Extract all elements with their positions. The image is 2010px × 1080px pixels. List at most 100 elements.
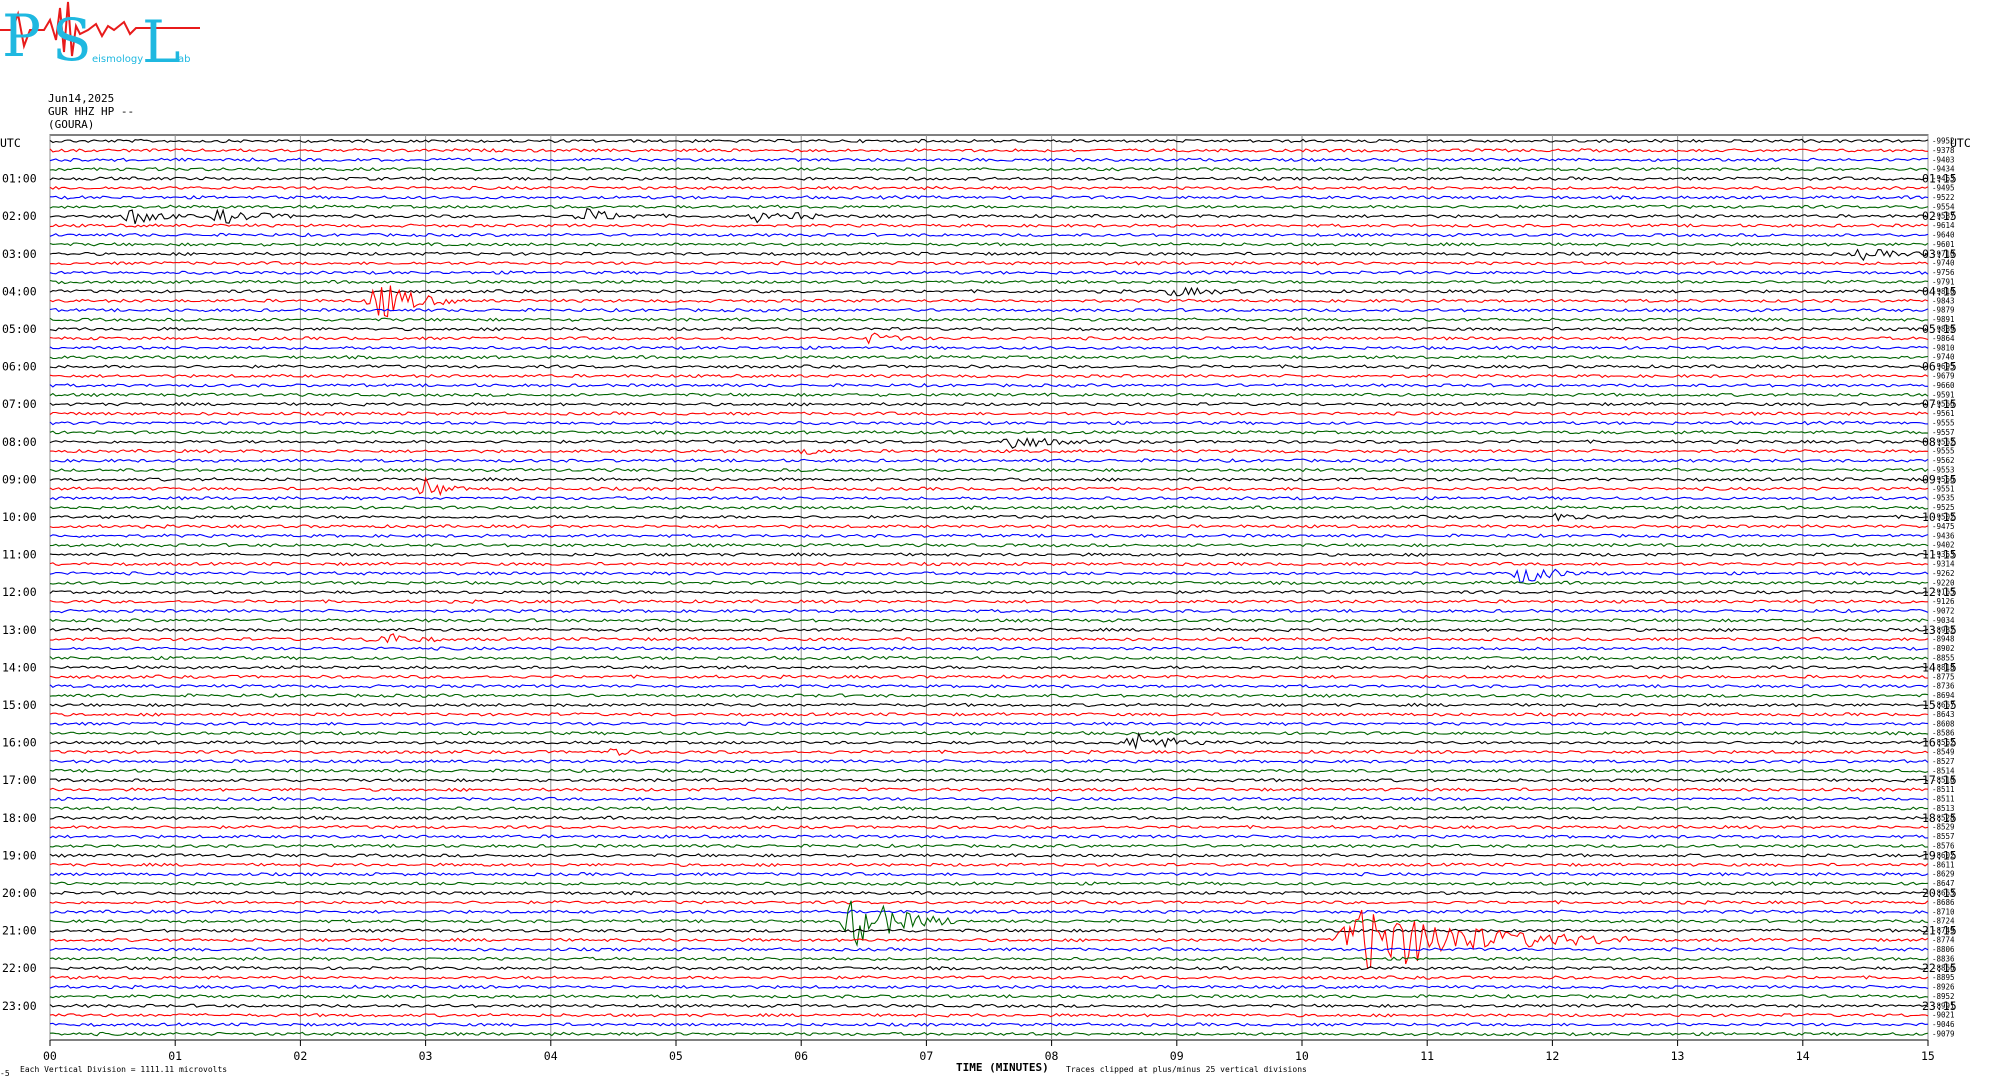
seismic-trace-line <box>49 984 1929 990</box>
trace-offset-label: -9495 <box>1932 184 1955 193</box>
trace-offset-label: -9535 <box>1932 494 1955 503</box>
hour-label-left: 08:00 <box>2 435 37 449</box>
seismic-trace-line <box>49 730 1929 736</box>
trace-offset-label: -8511 <box>1932 785 1955 794</box>
hour-label-left: 07:00 <box>2 397 37 411</box>
trace-offset-label: -8529 <box>1932 823 1955 832</box>
plot-frame <box>49 134 1929 1041</box>
seismic-trace-line <box>49 512 1928 522</box>
hour-label-left: 18:00 <box>2 811 37 825</box>
seismic-trace-line <box>49 543 1929 548</box>
seismic-trace-line <box>49 157 1929 163</box>
axis-labels: UTC UTC TIME (MINUTES) Each Vertical Div… <box>0 136 1971 1078</box>
seismic-trace-line <box>49 392 1929 398</box>
seismic-trace-line <box>49 721 1929 727</box>
seismic-trace-line <box>49 476 1929 497</box>
corner-mark: -5 <box>0 1069 10 1078</box>
trace-offset-label: -9879 <box>1932 306 1955 315</box>
seismic-trace-line <box>49 994 1929 999</box>
trace-offset-label: -9614 <box>1932 221 1955 230</box>
seismic-trace-line <box>49 345 1929 351</box>
seismic-trace-line <box>49 871 1929 877</box>
seismic-trace-line <box>49 608 1929 614</box>
trace-offset-label: -8643 <box>1932 710 1955 719</box>
seismic-trace-line <box>49 655 1929 661</box>
seismic-trace-line <box>50 195 1929 200</box>
trace-offset-label: -9952 <box>1932 137 1955 146</box>
seismic-trace-line <box>49 533 1929 539</box>
x-tick-label: 15 <box>1921 1049 1935 1063</box>
seismic-trace-line <box>49 748 1929 756</box>
seismic-trace-line <box>49 947 1929 952</box>
seismic-trace-line <box>49 646 1929 651</box>
hour-label-left: 10:00 <box>2 510 37 524</box>
trace-offset-label: -9756 <box>1932 268 1955 277</box>
seismic-trace-line <box>49 354 1929 360</box>
seismic-trace-line <box>49 138 1929 144</box>
seismic-trace-line <box>49 524 1929 529</box>
hour-label-left: 02:00 <box>2 209 37 223</box>
hour-label-left: 16:00 <box>2 736 37 750</box>
seismic-trace-line <box>49 420 1929 426</box>
trace-offset-label: -9555 <box>1932 447 1955 456</box>
trace-offset-label: -9314 <box>1932 560 1955 569</box>
seismic-trace-line <box>49 373 1929 379</box>
seismic-trace-line <box>49 1012 1929 1018</box>
trace-offset-label: -9679 <box>1932 372 1955 381</box>
hour-label-left: 05:00 <box>2 322 37 336</box>
seismic-trace-line <box>49 683 1929 689</box>
trace-offset-label: -8736 <box>1932 682 1955 691</box>
hour-label-left: 11:00 <box>2 548 37 562</box>
trace-offset-label: -8527 <box>1932 757 1955 766</box>
seismic-trace-line <box>49 731 1929 751</box>
trace-offset-label: -9072 <box>1932 607 1955 616</box>
seismic-trace-line <box>49 975 1929 980</box>
trace-offset-label: -9843 <box>1932 296 1955 305</box>
seismic-trace-line <box>49 712 1929 717</box>
hour-label-left: 04:00 <box>2 284 37 298</box>
trace-offset-label: -9046 <box>1932 1020 1955 1029</box>
trace-offset-label: -8948 <box>1932 635 1955 644</box>
seismic-trace-line <box>50 633 1929 644</box>
x-tick-label: 03 <box>419 1049 433 1063</box>
seismic-trace-line <box>49 448 1929 455</box>
seismic-trace-line <box>49 148 1929 153</box>
trace-offset-label: -9436 <box>1932 531 1955 540</box>
seismic-trace-line <box>49 260 1929 266</box>
x-tick-label: 06 <box>794 1049 808 1063</box>
trace-offset-label: -9660 <box>1932 381 1955 390</box>
x-tick-label: 04 <box>544 1049 558 1063</box>
x-tick-label: 14 <box>1796 1049 1810 1063</box>
trace-offset-label: -8629 <box>1932 870 1955 879</box>
seismic-trace-line <box>49 232 1929 238</box>
left-axis-title: UTC <box>0 136 21 150</box>
trace-offset-label: -8549 <box>1932 748 1955 757</box>
seismic-trace-line <box>49 627 1929 633</box>
trace-offset-label: -8926 <box>1932 983 1955 992</box>
seismic-trace-line <box>49 401 1929 407</box>
seismic-trace-line <box>49 674 1929 680</box>
trace-offset-label: -9555 <box>1932 419 1955 428</box>
seismic-trace-line <box>49 270 1929 275</box>
x-tick-label: 02 <box>293 1049 307 1063</box>
trace-offset-label: -8608 <box>1932 719 1955 728</box>
seismic-trace-line <box>49 411 1929 416</box>
trace-offset-label: -9810 <box>1932 343 1955 352</box>
trace-offset-label: -9126 <box>1932 597 1955 606</box>
trace-offset-label: -8775 <box>1932 672 1955 681</box>
seismic-trace-line <box>49 207 1928 225</box>
seismic-trace-line <box>49 364 1929 369</box>
seismic-trace-line <box>49 204 1929 209</box>
seismic-trace-line <box>49 185 1929 191</box>
hour-label-left: 20:00 <box>2 886 37 900</box>
trace-offset-label: -9561 <box>1932 409 1955 418</box>
trace-offset-label: -9640 <box>1932 231 1955 240</box>
hour-label-left: 17:00 <box>2 773 37 787</box>
seismic-trace-line <box>49 815 1929 821</box>
x-tick-label: 11 <box>1420 1049 1434 1063</box>
hour-label-left: 03:00 <box>2 247 37 261</box>
seismic-trace-line <box>49 900 1929 905</box>
seismic-trace-line <box>49 589 1929 595</box>
seismic-trace-line <box>49 307 1929 313</box>
seismic-trace-line <box>49 505 1929 510</box>
